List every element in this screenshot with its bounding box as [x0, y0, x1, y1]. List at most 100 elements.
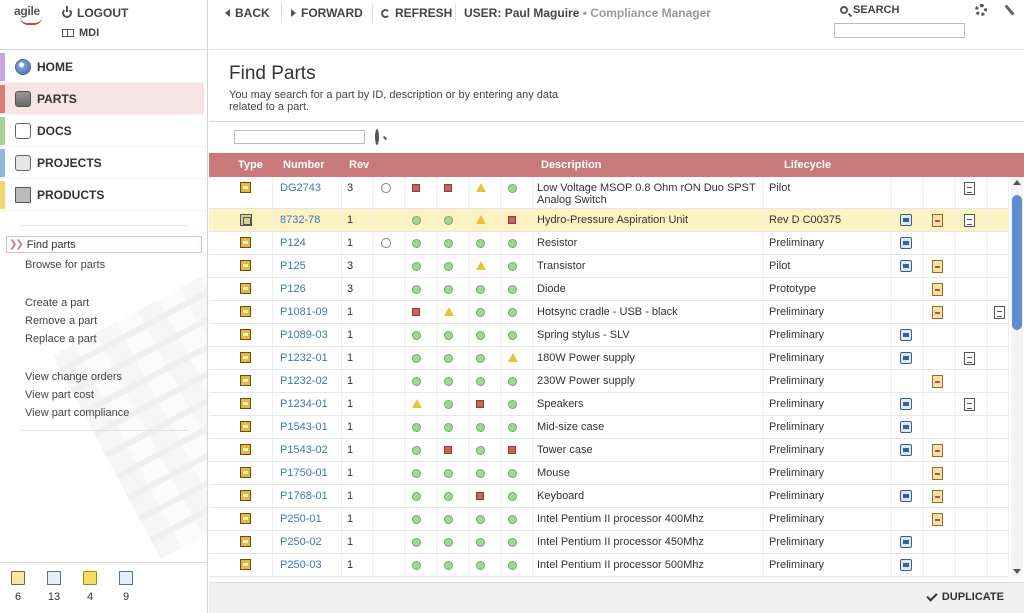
view-change-orders-link[interactable]: View change orders — [0, 368, 207, 386]
part-box-icon — [240, 421, 251, 432]
rev-value: 1 — [347, 490, 354, 502]
find-search-button[interactable] — [375, 129, 387, 145]
nav-item-parts[interactable]: PARTS — [0, 83, 204, 115]
change-icon[interactable] — [932, 214, 943, 227]
part-number-link[interactable]: P1089-03 — [280, 329, 328, 341]
bom-icon[interactable] — [900, 421, 912, 433]
find-parts-link[interactable]: ❯❯ Find parts — [6, 236, 202, 253]
global-search-input[interactable] — [834, 23, 965, 38]
nav-item-products[interactable]: PRODUCTS — [0, 179, 207, 211]
tray-item-folder[interactable]: 4 — [78, 571, 102, 603]
pin-icon[interactable] — [1003, 4, 1015, 16]
change-icon[interactable] — [932, 260, 943, 273]
change-icon[interactable] — [932, 467, 943, 480]
bom-icon[interactable] — [900, 398, 912, 410]
part-number-link[interactable]: P1750-01 — [280, 467, 328, 479]
column-header-lifecycle[interactable]: Lifecycle — [784, 159, 831, 171]
part-number-link[interactable]: P250-03 — [280, 559, 322, 571]
table-row[interactable]: P1543-02 1 Tower case Preliminary — [209, 439, 1009, 462]
scroll-down-icon[interactable] — [1013, 569, 1021, 574]
create-part-link[interactable]: Create a part — [0, 294, 207, 312]
table-row[interactable]: P250-03 1 Intel Pentium II processor 500Mh… — [209, 554, 1009, 577]
part-number-link[interactable]: P125 — [280, 260, 306, 272]
scroll-up-icon[interactable] — [1013, 180, 1021, 185]
table-row[interactable]: P1750-01 1 Mouse Preliminary — [209, 462, 1009, 485]
part-number-link[interactable]: P1232-02 — [280, 375, 328, 387]
column-header-number[interactable]: Number — [283, 159, 325, 171]
bom-icon[interactable] — [900, 444, 912, 456]
change-icon[interactable] — [932, 306, 943, 319]
document-icon[interactable] — [964, 352, 975, 365]
part-number-link[interactable]: P250-01 — [280, 513, 322, 525]
bom-icon[interactable] — [900, 329, 912, 341]
table-row[interactable]: P1232-01 1 180W Power supply Preliminary — [209, 347, 1009, 370]
table-row[interactable]: P125 3 Transistor Pilot — [209, 255, 1009, 278]
table-cell — [988, 347, 1009, 369]
part-number-link[interactable]: P1081-09 — [280, 306, 328, 318]
document-icon[interactable] — [964, 214, 975, 227]
table-row[interactable]: P250-02 1 Intel Pentium II processor 450Mh… — [209, 531, 1009, 554]
tray-item-mail[interactable]: 13 — [42, 571, 66, 603]
part-number-link[interactable]: P1232-01 — [280, 352, 328, 364]
column-header-rev[interactable]: Rev — [349, 159, 369, 171]
table-row[interactable]: P1081-09 1 Hotsync cradle - USB - black Pre… — [209, 301, 1009, 324]
part-number-link[interactable]: P1543-02 — [280, 444, 328, 456]
remove-part-link[interactable]: Remove a part — [0, 312, 207, 330]
tray-item-clipboard[interactable]: 6 — [6, 571, 30, 603]
change-icon[interactable] — [932, 283, 943, 296]
duplicate-button[interactable]: DUPLICATE — [926, 589, 1004, 603]
part-number-link[interactable]: P126 — [280, 283, 306, 295]
bom-icon[interactable] — [900, 260, 912, 272]
bom-icon[interactable] — [900, 214, 912, 226]
column-header-description[interactable]: Description — [541, 159, 602, 171]
change-icon[interactable] — [932, 513, 943, 526]
document-icon[interactable] — [964, 398, 975, 411]
table-row[interactable]: P126 3 Diode Prototype — [209, 278, 1009, 301]
change-icon[interactable] — [932, 444, 943, 457]
back-button[interactable]: BACK — [225, 6, 270, 20]
part-number-link[interactable]: P250-02 — [280, 536, 322, 548]
column-header-type[interactable]: Type — [238, 159, 263, 171]
table-row[interactable]: P124 1 Resistor Preliminary — [209, 232, 1009, 255]
replace-part-link[interactable]: Replace a part — [0, 330, 207, 348]
part-number-link[interactable]: P1234-01 — [280, 398, 328, 410]
table-row[interactable]: P1234-01 1 Speakers Preliminary — [209, 393, 1009, 416]
table-row[interactable]: P1089-03 1 Spring stylus - SLV Preliminary — [209, 324, 1009, 347]
part-number-link[interactable]: DG2743 — [280, 182, 321, 194]
forward-button[interactable]: FORWARD — [291, 6, 363, 20]
table-row[interactable]: 8732-78 1 Hydro-Pressure Aspiration Unit Re… — [209, 209, 1009, 232]
table-row[interactable]: P250-01 1 Intel Pentium II processor 400Mh… — [209, 508, 1009, 531]
bom-icon[interactable] — [900, 536, 912, 548]
nav-item-projects[interactable]: PROJECTS — [0, 147, 207, 179]
document-icon[interactable] — [964, 182, 975, 195]
part-number-link[interactable]: P1768-01 — [280, 490, 328, 502]
bom-icon[interactable] — [900, 352, 912, 364]
table-cell — [405, 347, 437, 369]
scrollbar-thumb[interactable] — [1012, 195, 1022, 330]
change-icon[interactable] — [932, 490, 943, 503]
tray-item-person[interactable]: 9 — [114, 571, 138, 603]
vertical-scrollbar[interactable] — [1011, 177, 1023, 577]
table-row[interactable]: P1768-01 1 Keyboard Preliminary — [209, 485, 1009, 508]
table-row[interactable]: DG2743 3 Low Voltage MSOP 0.8 Ohm rON Duo … — [209, 177, 1009, 209]
document-icon[interactable] — [994, 306, 1005, 319]
view-part-cost-link[interactable]: View part cost — [0, 386, 207, 404]
table-row[interactable]: P1232-02 1 230W Power supply Preliminary — [209, 370, 1009, 393]
change-icon[interactable] — [932, 375, 943, 388]
nav-item-home[interactable]: HOME — [0, 51, 207, 83]
logout-button[interactable]: LOGOUT — [62, 6, 128, 20]
refresh-button[interactable]: REFRESH — [381, 6, 452, 20]
mdi-button[interactable]: MDI — [62, 27, 99, 39]
part-number-link[interactable]: 8732-78 — [280, 214, 320, 226]
nav-item-docs[interactable]: DOCS — [0, 115, 207, 147]
part-number-link[interactable]: P124 — [280, 237, 306, 249]
browse-parts-link[interactable]: Browse for parts — [0, 256, 207, 274]
bom-icon[interactable] — [900, 237, 912, 249]
bom-icon[interactable] — [900, 559, 912, 571]
find-parts-input[interactable] — [234, 130, 365, 144]
view-part-compliance-link[interactable]: View part compliance — [0, 404, 207, 422]
table-row[interactable]: P1543-01 1 Mid-size case Preliminary — [209, 416, 1009, 439]
bom-icon[interactable] — [900, 490, 912, 502]
part-number-link[interactable]: P1543-01 — [280, 421, 328, 433]
gear-icon[interactable] — [975, 4, 987, 16]
